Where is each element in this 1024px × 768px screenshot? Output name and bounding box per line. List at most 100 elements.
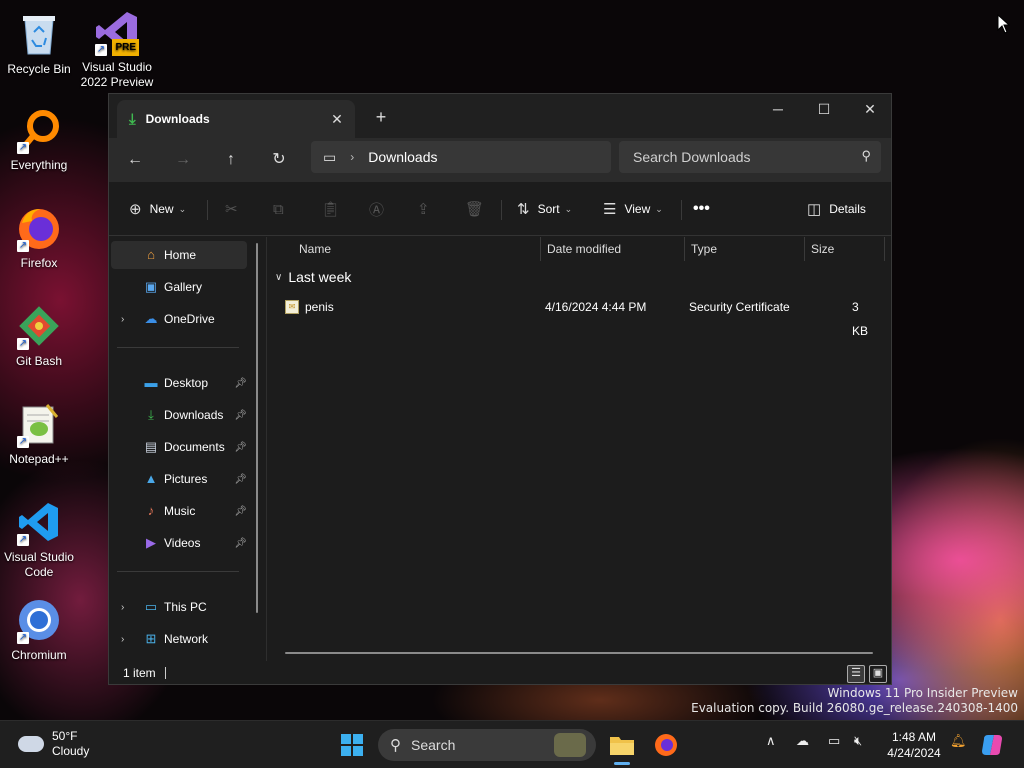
title-bar[interactable]: ⤓ Downloads ✕ + ─ ☐ ✕ [109,94,891,138]
desktop-icon-vscode[interactable]: ↗ Visual Studio Code [1,498,77,580]
speaker-muted-icon[interactable]: 🔇︎ [854,733,862,749]
clock-date: 4/24/2024 [887,746,941,760]
new-tab-button[interactable]: + [369,106,393,130]
sidebar-item-onedrive[interactable]: › ☁ OneDrive [111,305,247,333]
copilot-button[interactable] [976,729,1008,761]
copy-button[interactable]: ⧉ [273,195,292,223]
horizontal-scrollbar[interactable] [285,652,873,654]
desktop-icon-firefox[interactable]: ↗ Firefox [1,204,77,271]
forward-arrow-icon[interactable]: → [167,146,199,174]
firefox-icon [655,734,677,756]
sidebar-label: Desktop [164,376,209,390]
shortcut-arrow-icon: ↗ [17,240,29,252]
notification-bell-icon[interactable]: 🔔︎ [950,733,967,749]
column-header-name[interactable]: Name [299,237,331,261]
chevron-right-icon[interactable]: › [121,634,124,645]
view-button[interactable]: ☰ View ⌄ [603,195,663,223]
up-arrow-icon[interactable]: ↑ [215,146,247,174]
desktop-icon-chromium[interactable]: ↗ Chromium [1,596,77,663]
delete-button[interactable]: 🗑︎ [465,195,492,223]
new-button[interactable]: ⊕ New ⌄ [129,195,186,223]
chevron-right-icon[interactable]: › [121,314,124,325]
copilot-icon [982,735,1002,755]
clipboard-icon: 📋︎ [321,201,341,218]
minimize-button[interactable]: ─ [755,94,801,124]
desktop-icon-visual-studio[interactable]: PRE ↗ Visual Studio 2022 Preview [79,8,155,90]
sidebar-label: Music [164,504,196,518]
file-row[interactable]: ✉ penis 4/16/2024 4:44 PM Security Certi… [277,295,877,338]
sidebar-item-videos[interactable]: ▶ Videos 📌︎ [111,529,247,557]
sidebar-item-downloads[interactable]: ⤓ Downloads 📌︎ [111,401,247,429]
large-icons-view-icon[interactable]: ▣ [869,665,887,683]
windows-logo-icon [341,734,363,756]
desktop-icon-everything[interactable]: ↗ Everything [1,106,77,173]
file-explorer-window: ⤓ Downloads ✕ + ─ ☐ ✕ ← → ↑ ↻ ▭ › Downlo… [108,93,892,685]
visual-studio-icon: PRE ↗ [93,8,141,56]
pin-icon[interactable]: 📌︎ [234,474,247,485]
taskbar-search[interactable]: ⚲ Search [378,729,596,761]
sidebar-item-home[interactable]: ⌂ Home [111,241,247,269]
address-bar[interactable]: ▭ › Downloads [311,141,611,173]
desktop-icon-recycle-bin[interactable]: Recycle Bin [1,10,77,77]
weather-widget[interactable]: 50°F Cloudy [18,729,89,759]
more-options-icon[interactable]: ••• [693,195,710,223]
onedrive-offline-icon[interactable]: ☁ [796,733,809,749]
search-input[interactable]: Search Downloads ⚲ [619,141,881,173]
rename-button[interactable]: Ⓐ [369,195,392,223]
pin-icon[interactable]: 📌︎ [234,538,247,549]
gallery-icon: ▣ [144,279,158,294]
sidebar-item-gallery[interactable]: ▣ Gallery [111,273,247,301]
sidebar-scrollbar[interactable] [256,243,258,613]
close-tab-icon[interactable]: ✕ [327,109,347,129]
column-header-type[interactable]: Type [691,237,717,261]
column-header-size[interactable]: Size [811,237,834,261]
desktop-icon-git-bash[interactable]: ↗ Git Bash [1,302,77,369]
chevron-down-icon: ⌄ [178,203,187,214]
git-bash-icon: ↗ [15,302,63,350]
start-button[interactable] [336,729,368,761]
taskbar-file-explorer[interactable] [606,729,638,765]
sidebar-item-music[interactable]: ♪ Music 📌︎ [111,497,247,525]
taskbar-firefox[interactable] [650,729,682,761]
pin-icon[interactable]: 📌︎ [234,442,247,453]
sidebar-item-desktop[interactable]: ▬ Desktop 📌︎ [111,369,248,397]
column-divider[interactable] [540,237,541,261]
details-pane-button[interactable]: ◫ Details [807,195,866,223]
breadcrumb-downloads[interactable]: Downloads [368,149,437,165]
details-view-icon[interactable]: ☰ [847,665,865,683]
sidebar-item-network[interactable]: › ⊞ Network [111,625,247,653]
sidebar-item-this-pc[interactable]: › ▭ This PC [111,593,247,621]
column-header-date-modified[interactable]: Date modified [547,237,621,261]
pin-icon[interactable]: 📌︎ [234,378,247,389]
pin-icon[interactable]: 📌︎ [234,506,247,517]
paste-button[interactable]: 📋︎ [321,195,348,223]
group-label: Last week [288,269,352,285]
display-icon[interactable]: ▭ [828,733,840,749]
maximize-button[interactable]: ☐ [801,94,847,124]
sidebar-item-documents[interactable]: ▤ Documents 📌︎ [111,433,247,461]
system-clock[interactable]: 1:48 AM 4/24/2024 [880,729,948,761]
sidebar-item-pictures[interactable]: ▲ Pictures 📌︎ [111,465,247,493]
desktop-icon-notepadpp[interactable]: ↗ Notepad++ [1,400,77,467]
share-button[interactable]: ⇪ [417,195,438,223]
column-divider[interactable] [804,237,805,261]
desktop-icon-label: Recycle Bin [7,62,71,76]
chevron-up-icon[interactable]: ∧ [766,733,776,749]
notepadpp-icon: ↗ [15,400,63,448]
tab-downloads[interactable]: ⤓ Downloads ✕ [117,100,355,138]
column-divider[interactable] [684,237,685,261]
refresh-icon[interactable]: ↻ [263,146,295,174]
close-window-button[interactable]: ✕ [847,94,893,124]
cut-button[interactable]: ✂ [225,195,246,223]
chevron-right-icon[interactable]: › [350,150,354,164]
pin-icon[interactable]: 📌︎ [234,410,247,421]
evaluation-watermark: Windows 11 Pro Insider Preview Evaluatio… [691,686,1018,716]
chevron-down-icon[interactable]: ∨ [275,272,282,283]
back-arrow-icon[interactable]: ← [119,146,151,174]
group-header-last-week[interactable]: ∨ Last week [275,269,351,285]
column-divider[interactable] [884,237,885,261]
sort-button[interactable]: ⇅ Sort ⌄ [517,195,572,223]
desktop-icon-label: Chromium [11,648,67,662]
pictures-icon: ▲ [144,471,158,486]
chevron-right-icon[interactable]: › [121,602,124,613]
